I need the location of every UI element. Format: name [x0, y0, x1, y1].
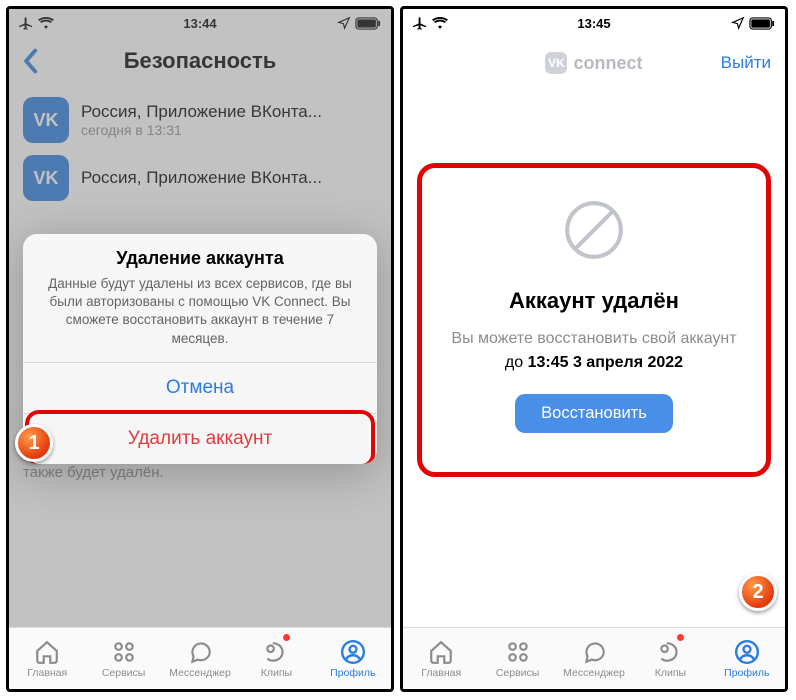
- tab-services[interactable]: Сервисы: [479, 628, 555, 689]
- connect-header: VK connect Выйти: [403, 37, 785, 89]
- vk-logo-icon: VK: [545, 52, 567, 74]
- screen-deleted: 13:45 VK connect Выйти Аккаунт удалён Вы…: [400, 6, 788, 692]
- tab-messenger[interactable]: Мессенджер: [556, 628, 632, 689]
- tabbar: Главная Сервисы Мессенджер Клипы Профиль: [9, 627, 391, 689]
- step-badge-2: 2: [739, 573, 777, 611]
- deleted-title: Аккаунт удалён: [445, 288, 743, 314]
- screen-security: 13:44 Безопасность VK Россия, Приложение…: [6, 6, 394, 692]
- tab-messenger[interactable]: Мессенджер: [162, 628, 238, 689]
- deleted-until: до 13:45 3 апреля 2022: [445, 354, 743, 372]
- step-badge-1: 1: [15, 424, 53, 462]
- clips-icon: [263, 639, 289, 665]
- logout-button[interactable]: Выйти: [721, 53, 771, 73]
- delete-account-sheet: Удаление аккаунта Данные будут удалены и…: [23, 234, 377, 464]
- wifi-icon: [432, 17, 448, 29]
- location-icon: [731, 16, 745, 30]
- tab-profile[interactable]: Профиль: [709, 628, 785, 689]
- home-icon: [428, 639, 454, 665]
- tab-clips[interactable]: Клипы: [632, 628, 708, 689]
- tab-clips[interactable]: Клипы: [238, 628, 314, 689]
- services-icon: [505, 639, 531, 665]
- account-deleted-card: Аккаунт удалён Вы можете восстановить св…: [421, 167, 767, 473]
- tab-home[interactable]: Главная: [9, 628, 85, 689]
- clips-icon: [657, 639, 683, 665]
- messenger-icon: [187, 639, 213, 665]
- notification-dot-icon: [283, 634, 290, 641]
- statusbar-time: 13:45: [577, 16, 610, 31]
- tab-profile[interactable]: Профиль: [315, 628, 391, 689]
- restore-button[interactable]: Восстановить: [515, 394, 673, 433]
- home-icon: [34, 639, 60, 665]
- deleted-message: Вы можете восстановить свой аккаунт: [445, 328, 743, 350]
- delete-account-button[interactable]: Удалить аккаунт: [23, 413, 377, 464]
- battery-icon: [749, 17, 775, 30]
- services-icon: [111, 639, 137, 665]
- notification-dot-icon: [677, 634, 684, 641]
- tabbar: Главная Сервисы Мессенджер Клипы Профиль: [403, 627, 785, 689]
- statusbar: 13:45: [403, 9, 785, 37]
- tab-services[interactable]: Сервисы: [85, 628, 161, 689]
- cancel-button[interactable]: Отмена: [23, 362, 377, 413]
- prohibited-icon: [561, 197, 627, 263]
- profile-icon: [340, 639, 366, 665]
- vk-connect-logo: VK connect: [545, 52, 642, 74]
- profile-icon: [734, 639, 760, 665]
- sheet-message: Данные будут удалены из всех сервисов, г…: [23, 275, 377, 362]
- sheet-title: Удаление аккаунта: [23, 234, 377, 275]
- messenger-icon: [581, 639, 607, 665]
- tab-home[interactable]: Главная: [403, 628, 479, 689]
- airplane-mode-icon: [413, 16, 428, 31]
